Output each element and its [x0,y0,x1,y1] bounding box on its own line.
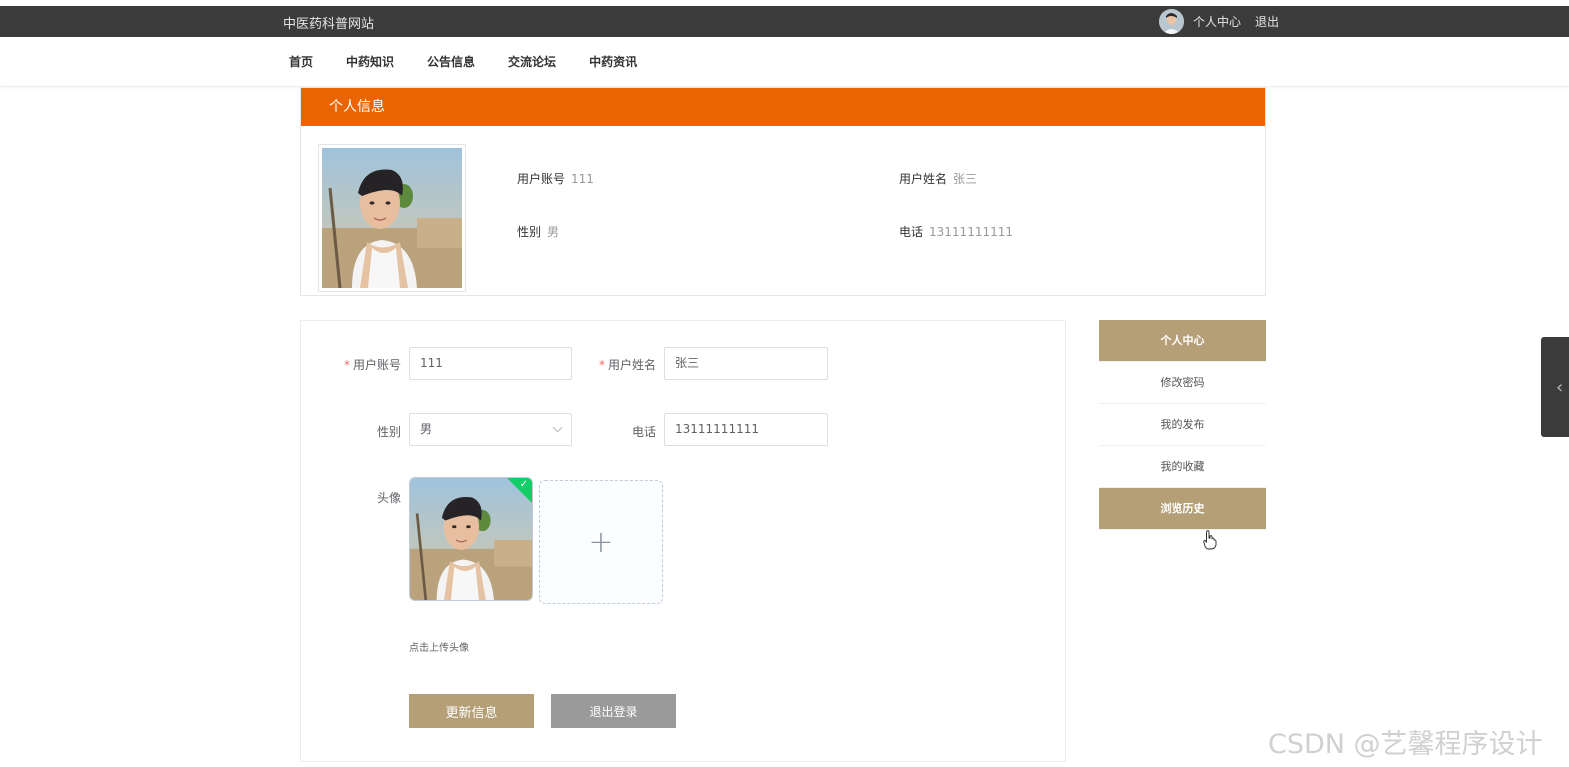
side-item-change-password[interactable]: 修改密码 [1099,362,1266,404]
nav-item-announcements[interactable]: 公告信息 [427,53,475,70]
profile-photo [318,144,466,292]
nav-item-home[interactable]: 首页 [289,53,313,70]
update-info-button[interactable]: 更新信息 [409,694,534,728]
profile-info-title: 个人信息 [301,88,1265,126]
info-account: 用户账号 111 [517,170,594,187]
side-item-my-favorites[interactable]: 我的收藏 [1099,446,1266,488]
account-field-label: * 用户账号 [343,358,401,372]
uploaded-avatar[interactable]: ✓ [409,477,533,601]
profile-info-card: 个人信息 用户账号 111 用户姓名 张三 性别 男 电话 1311111111… [300,87,1266,296]
side-menu: 个人中心 修改密码 我的发布 我的收藏 浏览历史 [1099,320,1266,530]
nav-item-herb-news[interactable]: 中药资讯 [589,53,637,70]
side-item-user-center[interactable]: 个人中心 [1099,320,1266,362]
nav-item-forum[interactable]: 交流论坛 [508,53,556,70]
check-icon: ✓ [519,479,528,490]
phone-input[interactable]: 13111111111 [664,413,828,446]
name-field-label: * 用户姓名 [598,358,656,372]
plus-icon: + [588,524,614,560]
gender-select-value: 男 [420,422,433,436]
avatar[interactable] [1159,9,1184,34]
info-phone-label: 电话 [899,225,924,239]
phone-field-label: 电话 [631,425,656,439]
site-title[interactable]: 中医药科普网站 [283,13,374,32]
top-bar: 中医药科普网站 个人中心 退出 [0,6,1569,37]
name-input[interactable]: 张三 [664,347,828,380]
gender-field-label: 性别 [376,425,401,439]
side-item-my-posts[interactable]: 我的发布 [1099,404,1266,446]
info-phone-value: 13111111111 [929,225,1013,239]
main-nav: 首页 中药知识 公告信息 交流论坛 中药资讯 [0,37,1569,87]
info-gender: 性别男 [517,223,559,240]
side-item-browse-history[interactable]: 浏览历史 [1099,488,1266,530]
info-name-label: 用户姓名 [899,172,948,186]
logout-button[interactable]: 退出登录 [551,694,676,728]
info-name: 用户姓名 张三 [899,170,977,187]
chevron-left-icon: ‹ [1556,377,1564,398]
info-gender-value: 男 [547,225,560,239]
watermark: CSDN @艺馨程序设计 [1268,729,1543,760]
user-area: 个人中心 退出 [1159,9,1279,34]
avatar-field-label: 头像 [376,491,401,505]
side-drawer-toggle[interactable]: ‹ [1541,337,1569,437]
upload-tip: 点击上传头像 [409,643,469,654]
gender-select[interactable]: 男 [409,413,572,446]
hand-cursor-icon [1203,530,1217,554]
profile-edit-form: * 用户账号 111 * 用户姓名 张三 性别 男 电话 13111111111 头… [300,320,1066,762]
logout-link[interactable]: 退出 [1255,13,1279,30]
info-name-value: 张三 [953,172,978,186]
avatar-upload-button[interactable]: + [539,480,663,604]
info-gender-label: 性别 [517,225,542,239]
info-phone: 电话 13111111111 [899,223,1013,240]
user-center-link[interactable]: 个人中心 [1193,13,1241,30]
account-input[interactable]: 111 [409,347,572,380]
info-account-label: 用户账号 [517,172,566,186]
info-account-value: 111 [571,172,594,186]
nav-item-herb-knowledge[interactable]: 中药知识 [346,53,394,70]
